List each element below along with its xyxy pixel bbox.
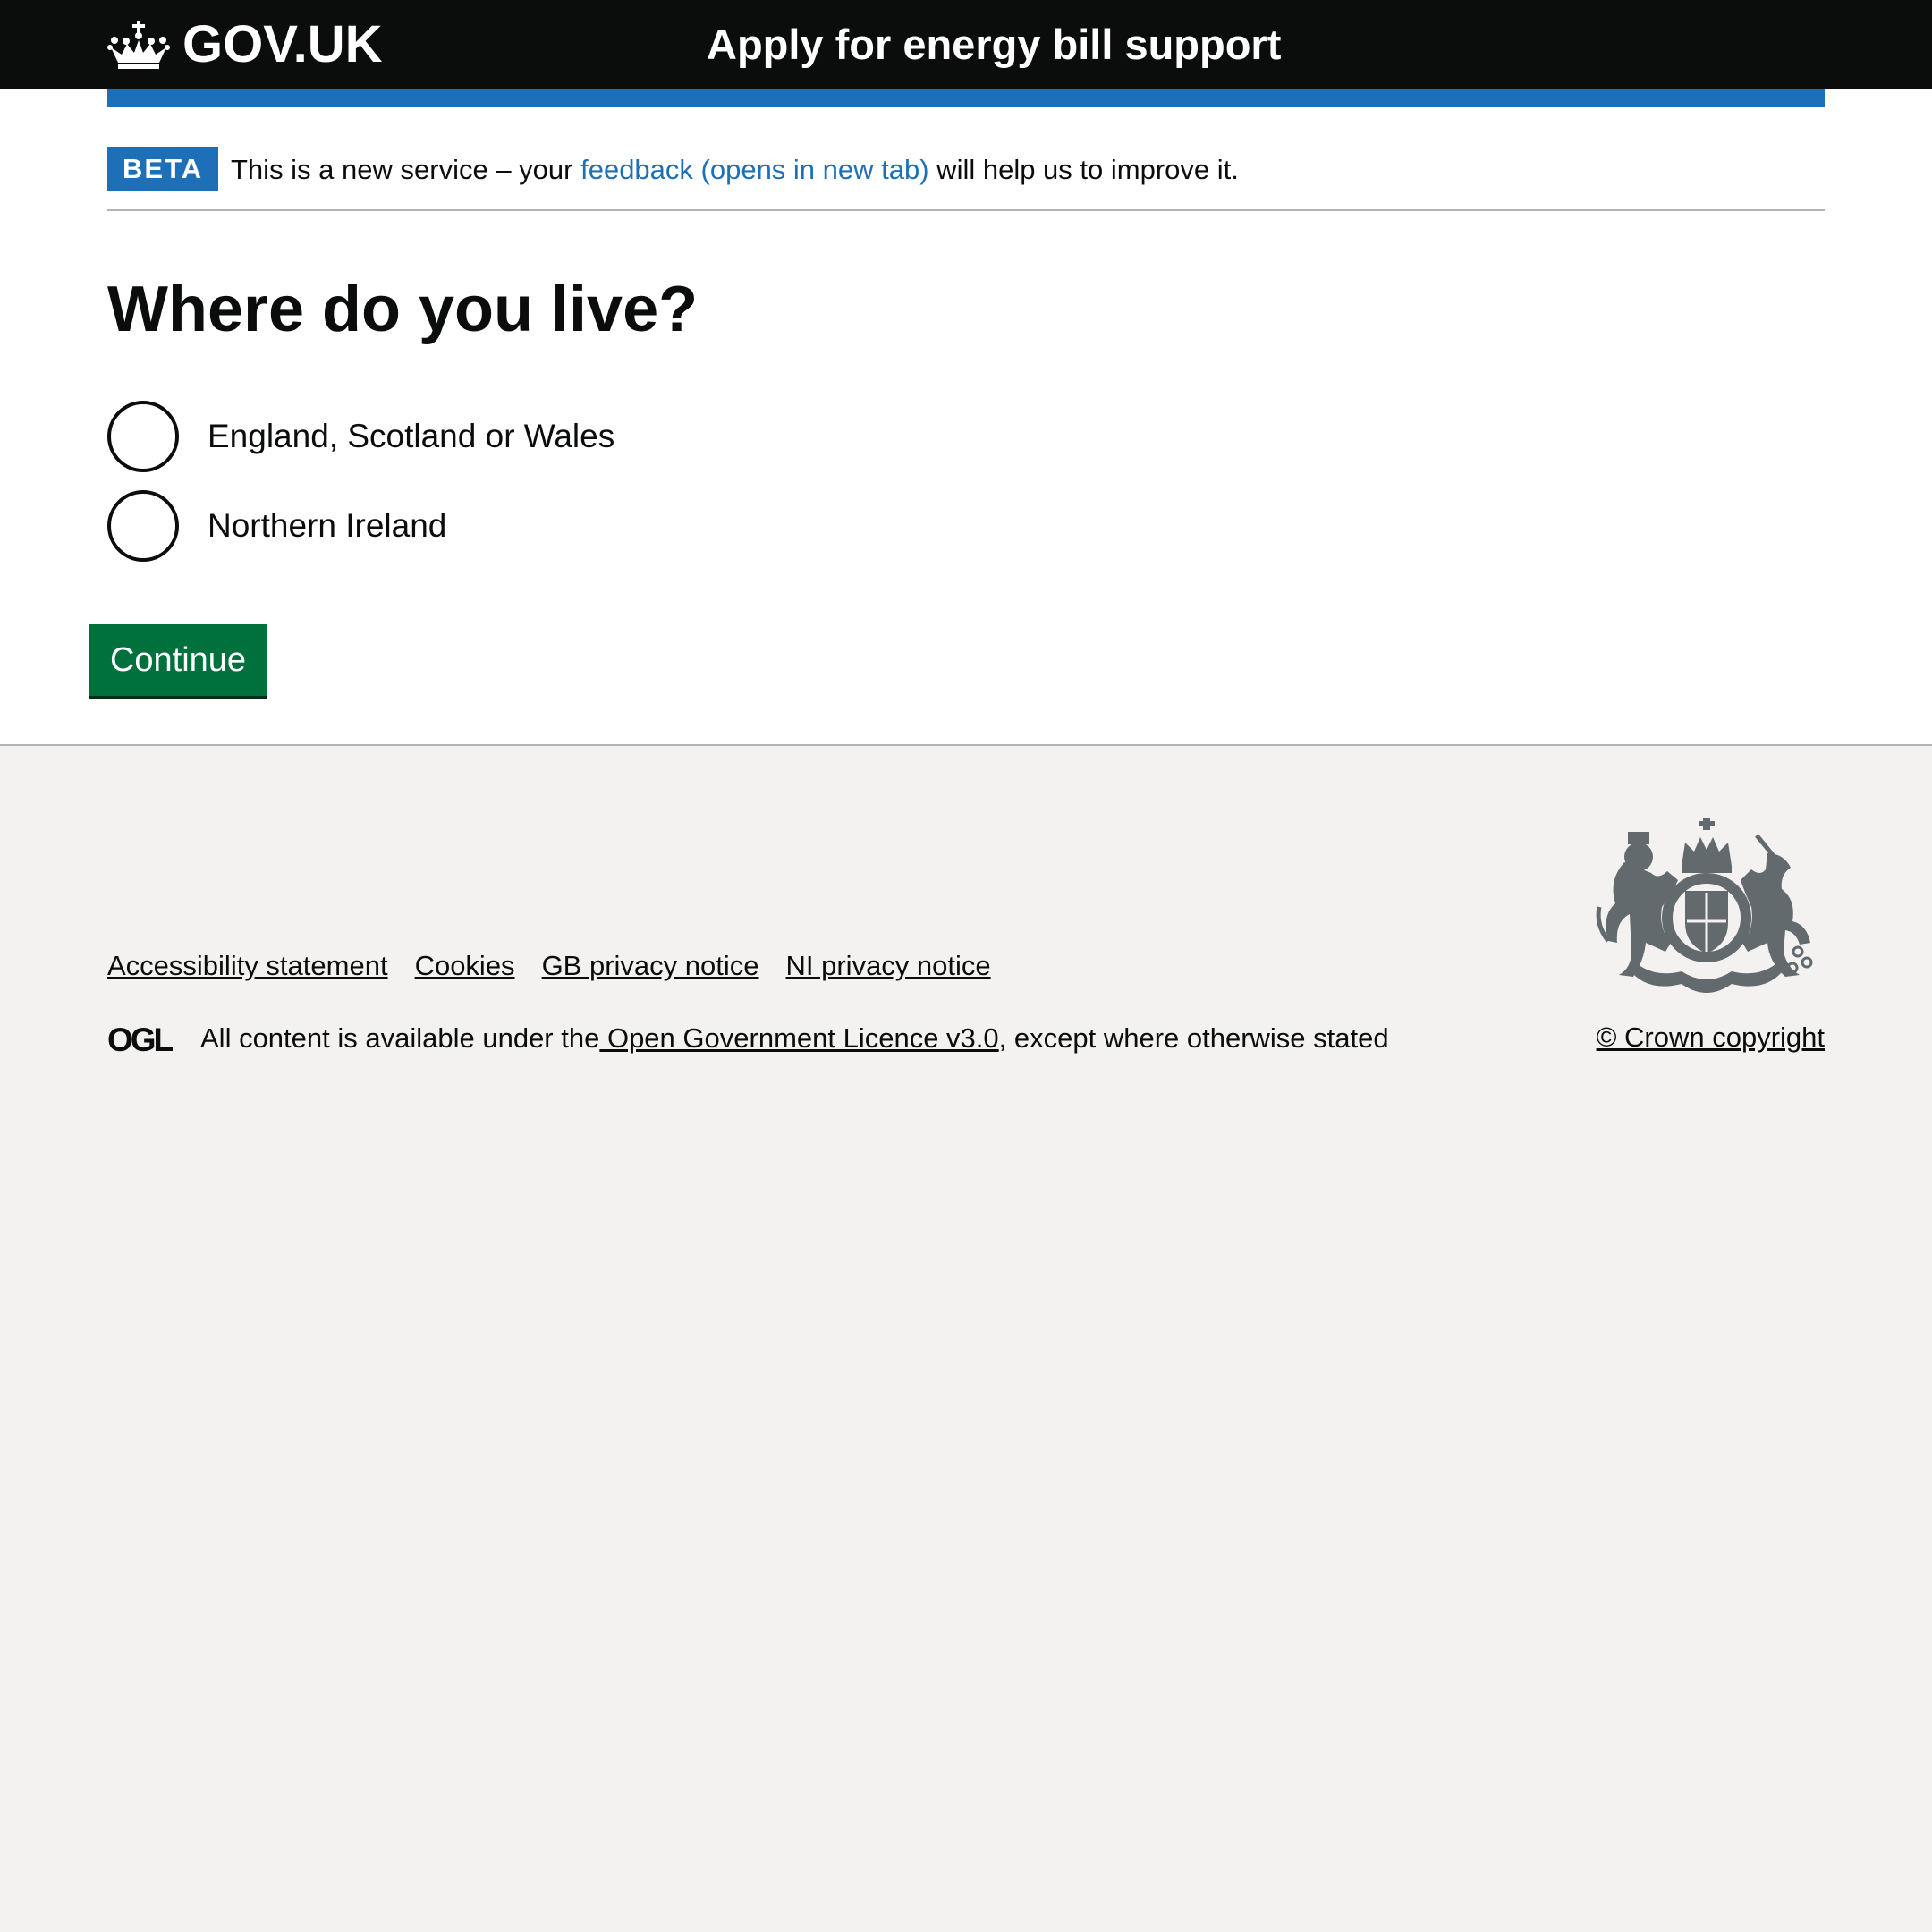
continue-button[interactable]: Continue <box>89 624 267 696</box>
footer-link-accessibility[interactable]: Accessibility statement <box>107 946 388 986</box>
licence-row: OGL All content is available under the O… <box>107 1016 1389 1061</box>
footer-link-gb-privacy[interactable]: GB privacy notice <box>542 946 759 986</box>
ogl-logo-icon: OGL <box>107 1023 176 1054</box>
page-title: Where do you live? <box>107 274 699 345</box>
licence-text-after: , except where otherwise stated <box>998 1022 1389 1054</box>
phase-banner: BETA This is a new service – your feedba… <box>107 147 1825 211</box>
ogl-logo-text: OGL <box>107 1023 174 1054</box>
radio-button-circle[interactable] <box>107 401 179 472</box>
radio-button-circle[interactable] <box>107 490 179 562</box>
radio-label[interactable]: Northern Ireland <box>208 504 446 547</box>
licence-text-before: All content is available under the <box>200 1022 600 1054</box>
header-blue-bar <box>107 89 1825 107</box>
site-footer: Accessibility statement Cookies GB priva… <box>0 744 1932 1932</box>
phase-text-before: This is a new service – your <box>231 154 581 185</box>
footer-link-ni-privacy[interactable]: NI privacy notice <box>786 946 991 986</box>
open-government-licence-link[interactable]: Open Government Licence v3.0 <box>599 1022 999 1054</box>
phase-banner-text: This is a new service – your feedback (o… <box>231 150 1239 190</box>
feedback-link[interactable]: feedback (opens in new tab) <box>580 154 928 185</box>
crown-icon <box>107 21 170 69</box>
footer-link-cookies[interactable]: Cookies <box>415 946 515 986</box>
service-name-link[interactable]: Apply for energy bill support <box>707 18 1281 72</box>
footer-links: Accessibility statement Cookies GB priva… <box>107 946 991 986</box>
royal-coat-of-arms-icon <box>1596 818 1813 993</box>
site-header: GOV.UK Apply for energy bill support <box>0 0 1932 89</box>
licence-text: All content is available under the Open … <box>200 1019 1389 1058</box>
crown-copyright-link[interactable]: © Crown copyright <box>1597 1018 1825 1057</box>
govuk-logo-link[interactable]: GOV.UK <box>107 16 382 73</box>
phase-text-after: will help us to improve it. <box>928 154 1239 185</box>
main-content: BETA This is a new service – your feedba… <box>0 89 1932 745</box>
radio-label[interactable]: England, Scotland or Wales <box>208 415 614 458</box>
logo-text: GOV.UK <box>182 15 383 73</box>
radio-option-england-scotland-wales[interactable]: England, Scotland or Wales <box>107 401 614 472</box>
radio-option-northern-ireland[interactable]: Northern Ireland <box>107 490 446 562</box>
beta-tag: BETA <box>107 147 219 191</box>
